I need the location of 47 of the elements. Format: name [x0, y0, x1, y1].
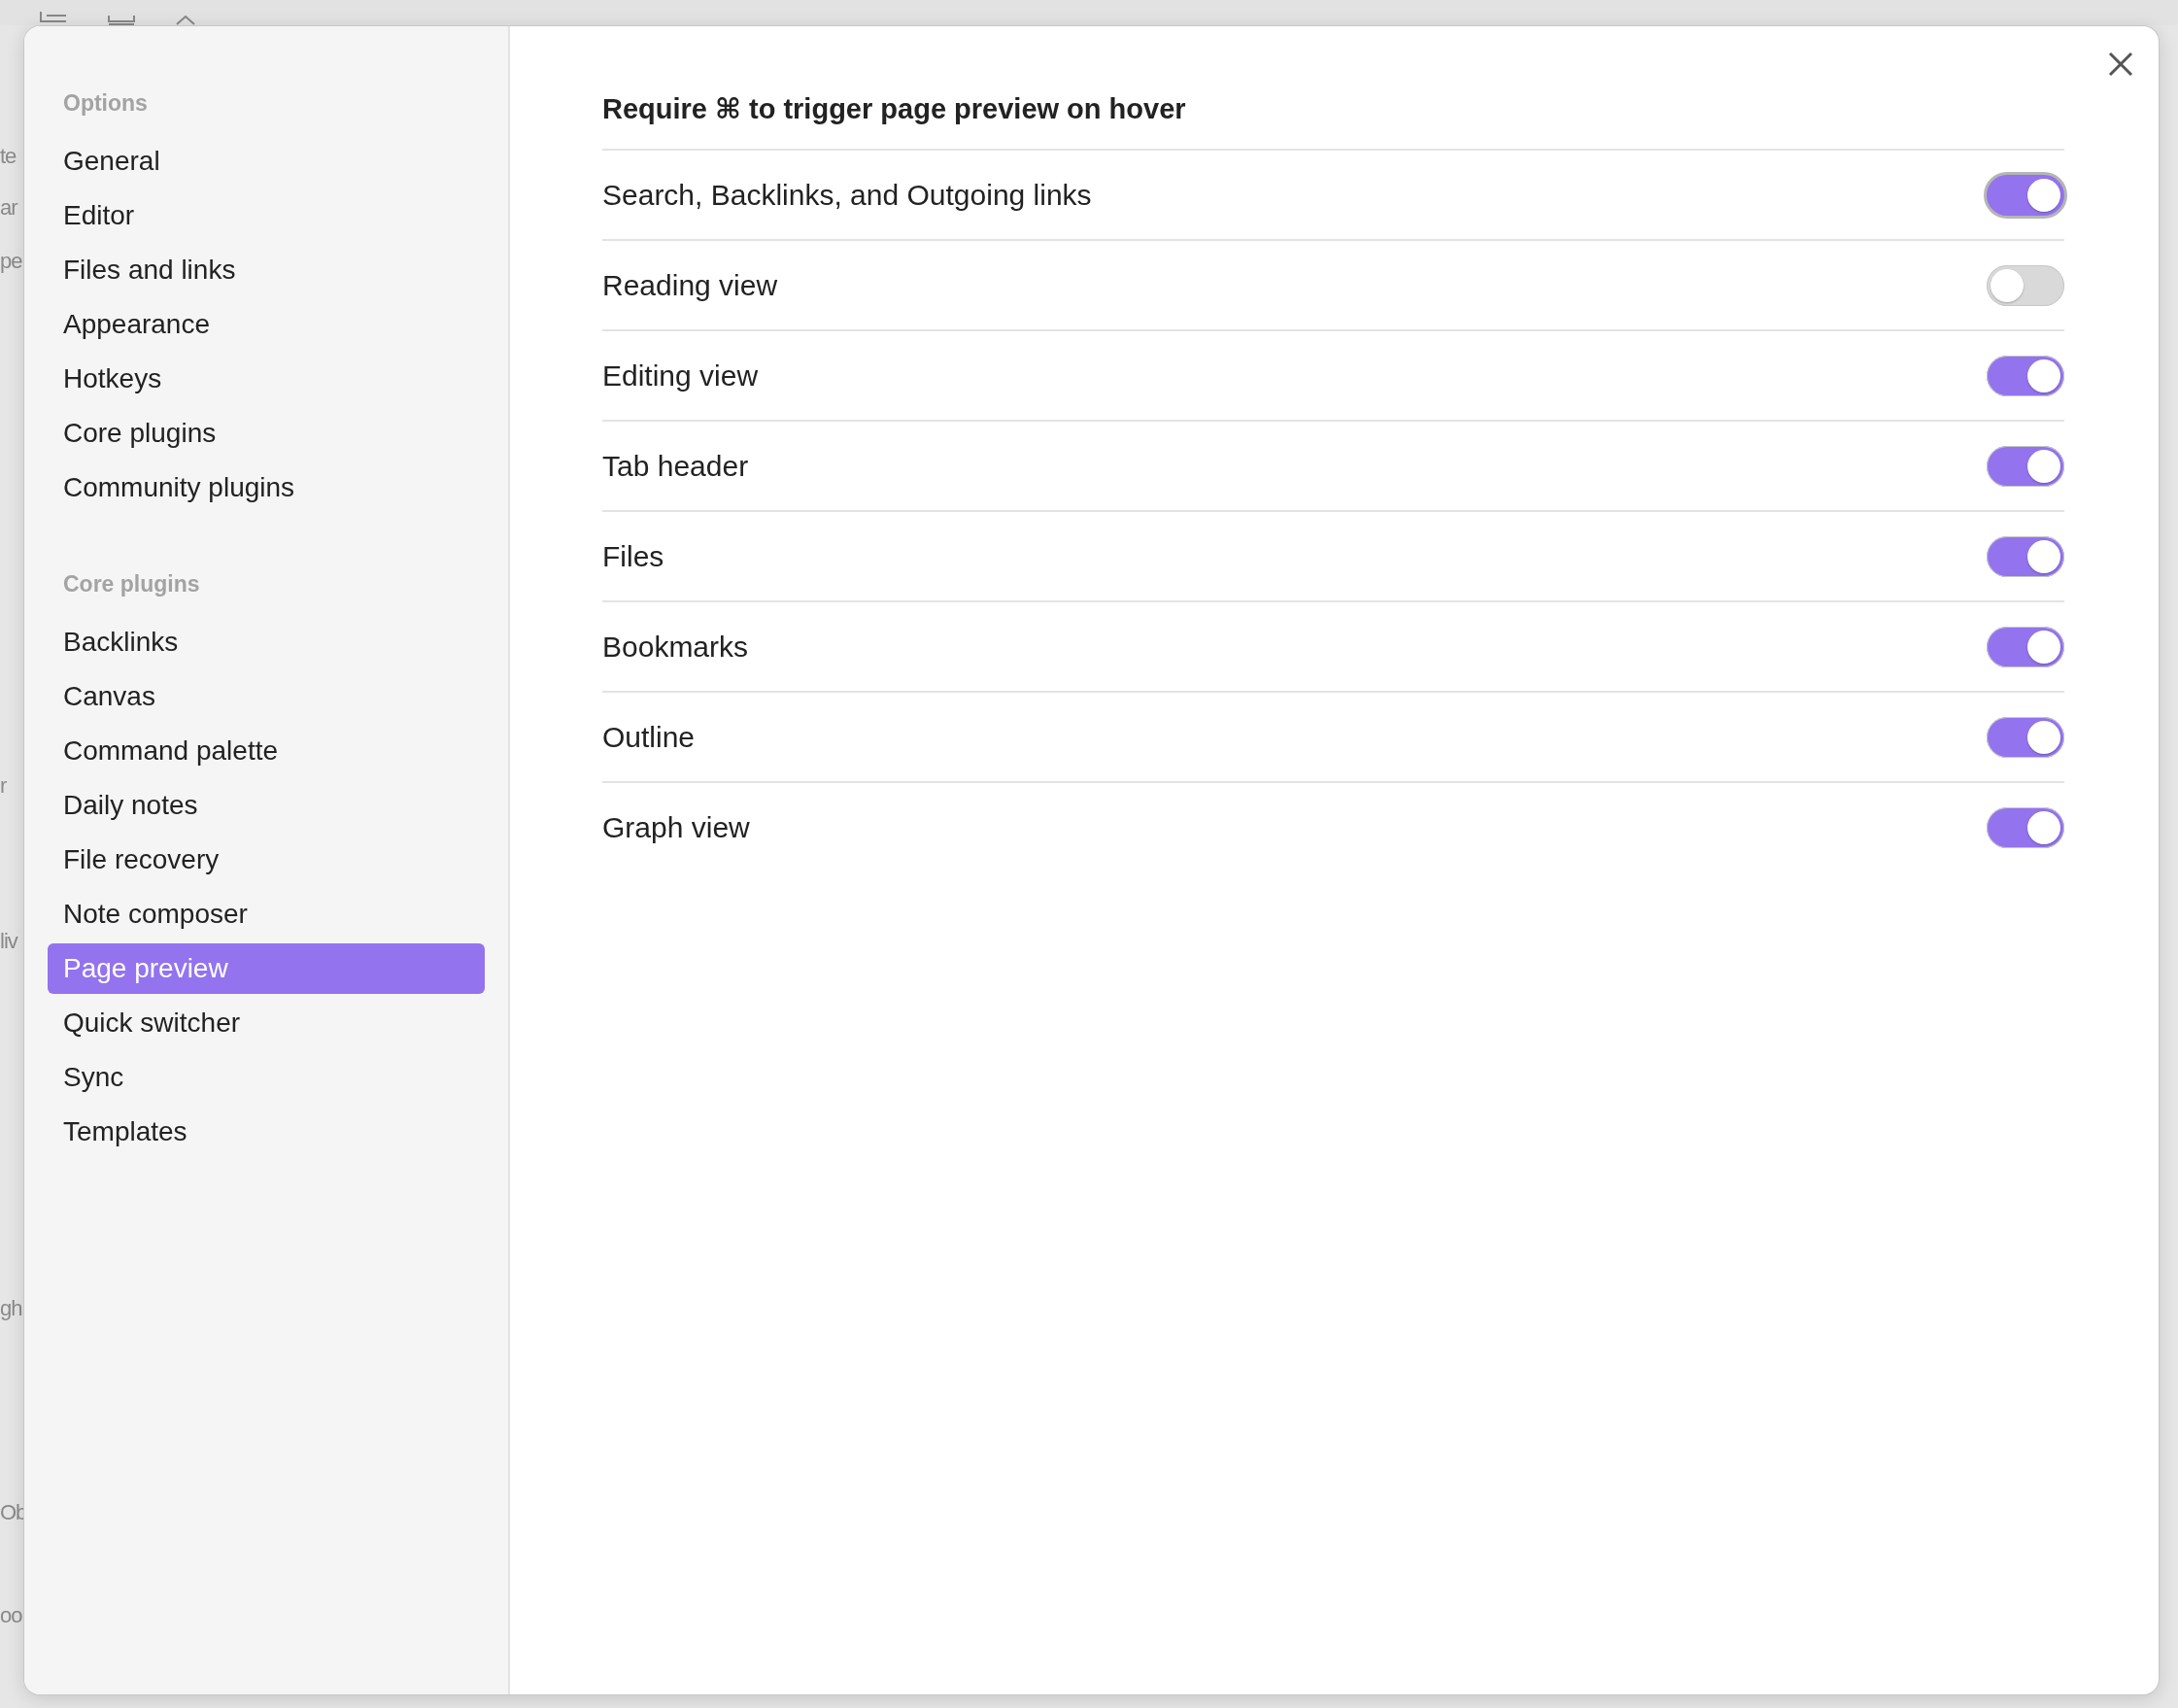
sidebar-item[interactable]: Files and links — [48, 245, 485, 295]
panel-icon[interactable] — [107, 16, 136, 25]
setting-label: Graph view — [602, 810, 750, 844]
setting-heading: Require ⌘ to trigger page preview on hover — [602, 92, 2064, 151]
chevron-icon[interactable] — [175, 16, 196, 25]
sidebar-item[interactable]: Command palette — [48, 726, 485, 776]
sidebar-item[interactable]: Backlinks — [48, 617, 485, 667]
sidebar-item[interactable]: Hotkeys — [48, 354, 485, 404]
sidebar-item[interactable]: Editor — [48, 190, 485, 241]
sidebar-item[interactable]: Core plugins — [48, 408, 485, 459]
sidebar-item[interactable]: Note composer — [48, 889, 485, 939]
sidebar-item[interactable]: Canvas — [48, 671, 485, 722]
close-icon — [2108, 51, 2133, 77]
sidebar-item[interactable]: Appearance — [48, 299, 485, 350]
sidebar-section-title: Options — [62, 89, 149, 118]
toggle-switch[interactable] — [1987, 174, 2064, 216]
sidebar-item[interactable]: Sync — [48, 1052, 485, 1103]
sidebar-item[interactable]: Daily notes — [48, 780, 485, 831]
sidebar-item[interactable]: Community plugins — [48, 462, 485, 513]
sidebar-section-title: Core plugins — [62, 570, 201, 598]
background-text: oo — [0, 1602, 23, 1629]
sidebar-item[interactable]: General — [48, 136, 485, 187]
background-text: te — [0, 143, 17, 170]
setting-label: Files — [602, 539, 664, 573]
toggle-switch[interactable] — [1987, 716, 2064, 758]
setting-label: Search, Backlinks, and Outgoing links — [602, 178, 1092, 212]
toggle-switch[interactable] — [1987, 355, 2064, 396]
toggle-switch[interactable] — [1987, 626, 2064, 667]
background-text: gh — [0, 1295, 23, 1322]
list-icon[interactable] — [39, 12, 68, 25]
setting-label: Editing view — [602, 359, 759, 393]
setting-label: Outline — [602, 720, 696, 754]
background-text: liv — [0, 928, 19, 955]
sidebar-item[interactable]: Quick switcher — [48, 998, 485, 1048]
setting-label: Bookmarks — [602, 630, 749, 664]
toggle-switch[interactable] — [1987, 535, 2064, 577]
background-text: ar — [0, 194, 19, 222]
sidebar-item[interactable]: Page preview — [48, 943, 485, 994]
sidebar-item[interactable]: File recovery — [48, 835, 485, 885]
background-text: pe — [0, 248, 23, 275]
toggle-switch[interactable] — [1987, 264, 2064, 306]
setting-label: Reading view — [602, 268, 778, 302]
background-text: r — [0, 772, 8, 800]
sidebar-item[interactable]: Templates — [48, 1107, 485, 1157]
setting-label: Tab header — [602, 449, 749, 483]
toggle-switch[interactable] — [1987, 445, 2064, 487]
toggle-switch[interactable] — [1987, 806, 2064, 848]
